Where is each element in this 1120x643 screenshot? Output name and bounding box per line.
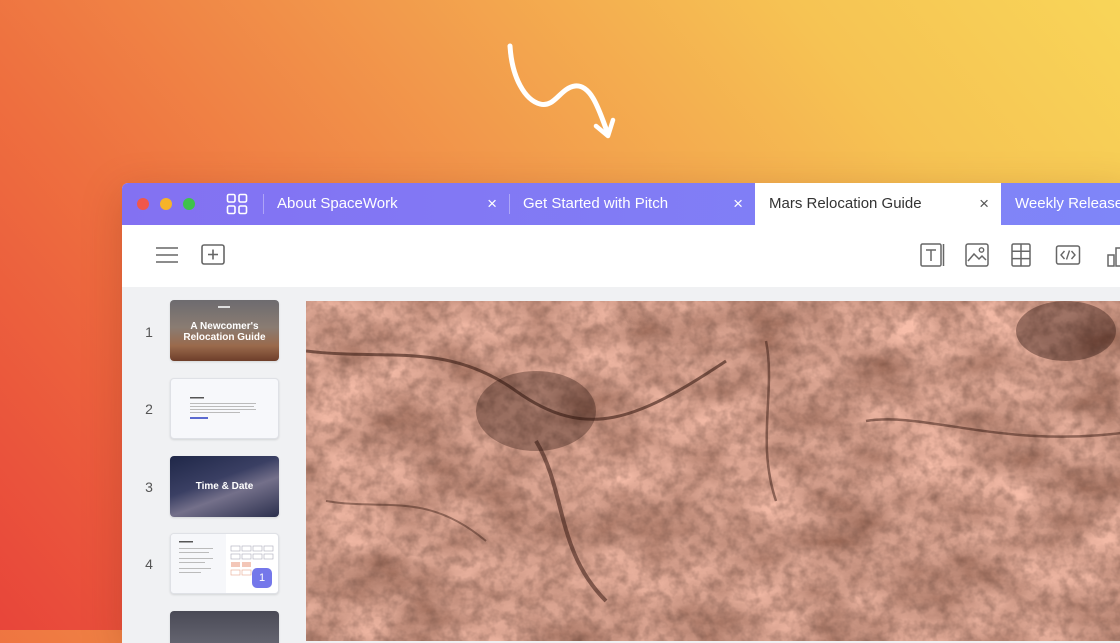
tab-label: About SpaceWork [277, 195, 398, 212]
slide-canvas[interactable] [306, 301, 1120, 641]
tab-close-icon[interactable]: × [979, 183, 989, 225]
slide-number: 2 [145, 401, 153, 417]
slide-text-lines [190, 397, 256, 419]
tab-label: Mars Relocation Guide [769, 195, 922, 212]
slide-thumbnail-4[interactable]: 1 [170, 533, 279, 594]
tab-label: Get Started with Pitch [523, 195, 669, 212]
slide-number: 3 [145, 479, 153, 495]
editor-area: 1 A Newcomer's Relocation Guide 2 3 Time… [122, 287, 1120, 643]
tab-get-started[interactable]: Get Started with Pitch × [509, 183, 755, 225]
mars-rock-image [306, 301, 1120, 641]
curvy-arrow-icon [507, 43, 616, 139]
slide-thumbnail-5[interactable] [170, 611, 279, 643]
menu-icon[interactable] [154, 242, 180, 268]
slide-logo [218, 306, 230, 308]
slide-number: 1 [145, 324, 153, 340]
tab-bar: About SpaceWork × Get Started with Pitch… [122, 183, 1120, 225]
slide-number: 4 [145, 556, 153, 572]
close-window-button[interactable] [137, 198, 149, 210]
image-icon[interactable] [964, 242, 990, 268]
add-slide-icon[interactable] [200, 242, 226, 268]
chart-icon[interactable] [1106, 242, 1120, 268]
tab-weekly-release[interactable]: Weekly Release | [1001, 183, 1120, 225]
grid-icon[interactable] [226, 193, 248, 215]
slide-title-line: Relocation Guide [183, 332, 266, 343]
tab-close-icon[interactable]: × [487, 183, 497, 225]
maximize-window-button[interactable] [183, 198, 195, 210]
tab-label: Weekly Release | [1015, 195, 1120, 212]
toolbar [122, 225, 1120, 287]
comment-count-badge[interactable]: 1 [252, 568, 272, 588]
tab-about-spacework[interactable]: About SpaceWork × [263, 183, 509, 225]
minimize-window-button[interactable] [160, 198, 172, 210]
tab-close-icon[interactable]: × [733, 183, 743, 225]
slide-title-line: A Newcomer's [190, 321, 259, 332]
slide-thumbnail-1[interactable]: A Newcomer's Relocation Guide [170, 300, 279, 361]
slide-title: Time & Date [195, 481, 254, 492]
app-window: About SpaceWork × Get Started with Pitch… [122, 183, 1120, 643]
embed-code-icon[interactable] [1055, 242, 1081, 268]
tab-mars-relocation-guide[interactable]: Mars Relocation Guide × [755, 183, 1001, 225]
table-icon[interactable] [1008, 242, 1034, 268]
slide-thumbnail-2[interactable] [170, 378, 279, 439]
text-icon[interactable] [919, 242, 945, 268]
slide-thumbnail-3[interactable]: Time & Date [170, 456, 279, 517]
